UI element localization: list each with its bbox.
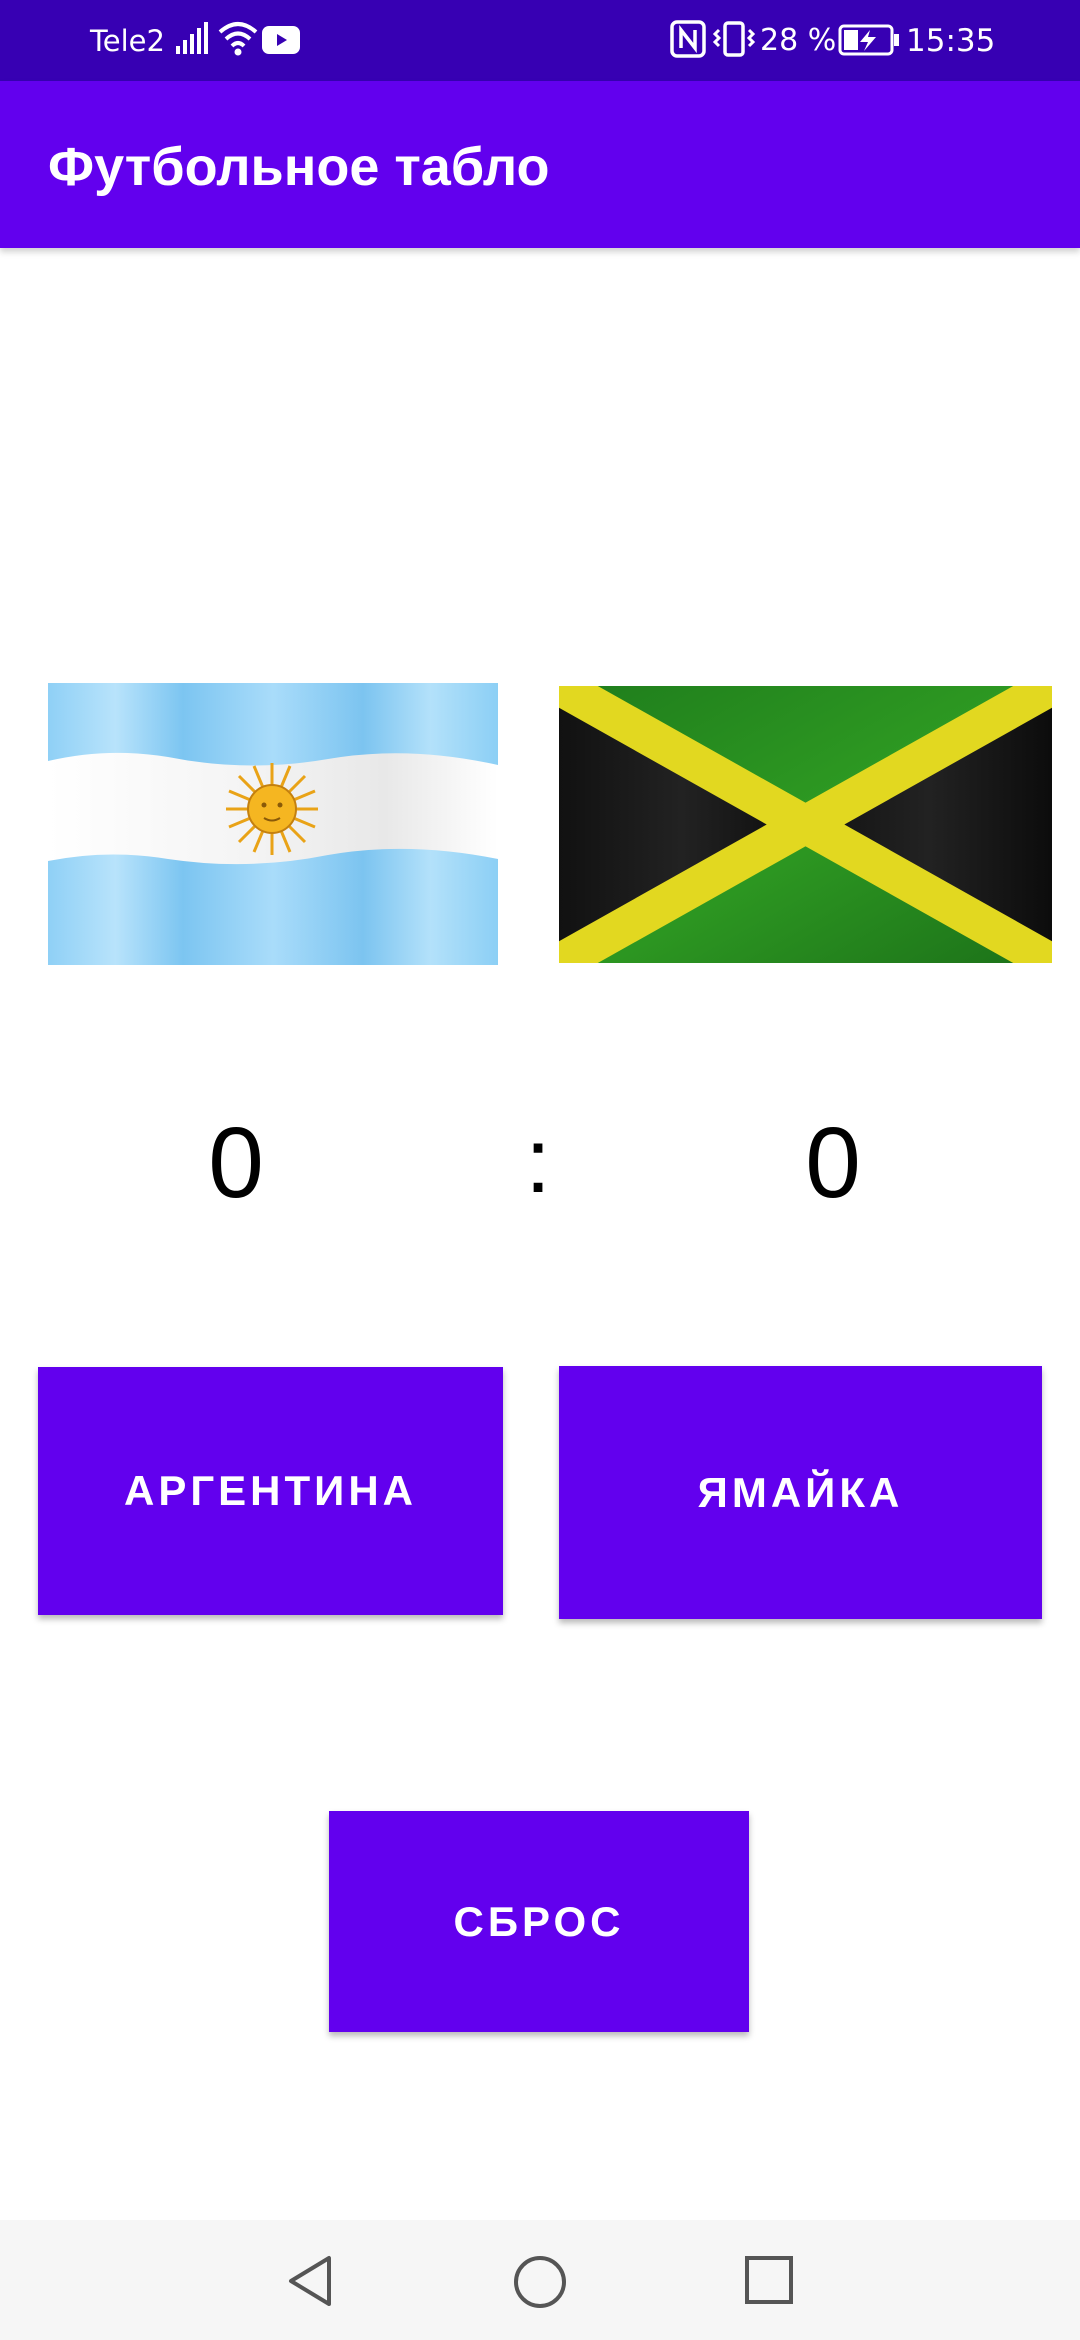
status-bar: Tele2 28 % 15:35 (0, 0, 1080, 81)
team1-score: 0 (208, 1107, 264, 1219)
youtube-icon (262, 26, 300, 54)
back-icon[interactable] (283, 2253, 337, 2309)
battery-percent: 28 % (760, 23, 837, 58)
signal-icon (176, 22, 212, 56)
home-icon[interactable] (512, 2254, 568, 2310)
jamaica-button[interactable]: ЯМАЙКА (559, 1366, 1042, 1619)
argentina-flag (48, 683, 498, 965)
recents-icon[interactable] (744, 2255, 794, 2305)
page-title: Футбольное табло (48, 137, 550, 197)
nfc-icon (670, 20, 706, 58)
argentina-button[interactable]: АРГЕНТИНА (38, 1367, 503, 1615)
reset-button[interactable]: СБРОС (329, 1811, 749, 2032)
carrier-name: Tele2 (90, 24, 165, 58)
wifi-icon (218, 20, 258, 58)
team2-score: 0 (805, 1107, 861, 1219)
jamaica-flag (559, 686, 1052, 963)
vibrate-icon (712, 20, 756, 58)
navigation-bar (0, 2220, 1080, 2340)
app-bar: Футбольное табло (0, 81, 1080, 248)
battery-charging-icon (838, 24, 900, 56)
clock: 15:35 (906, 23, 996, 59)
score-separator: : (525, 1110, 551, 1212)
